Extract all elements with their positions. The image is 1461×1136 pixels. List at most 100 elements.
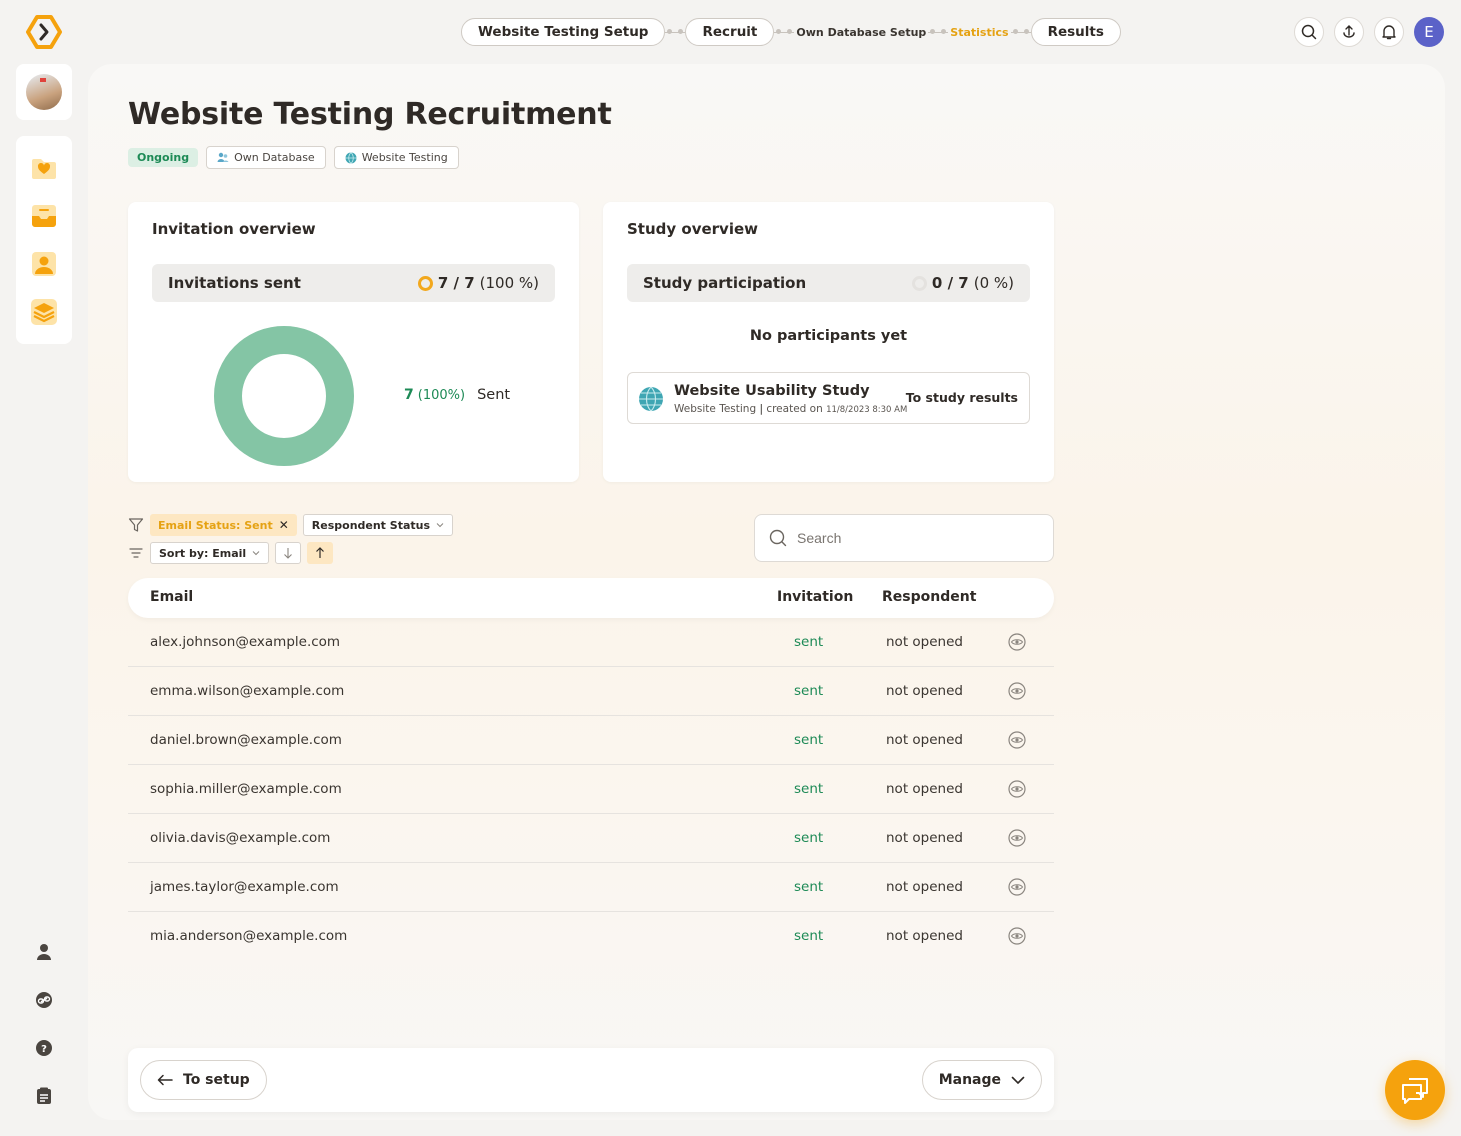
user-avatar[interactable]: E xyxy=(1414,17,1444,47)
stat-label: Invitations sent xyxy=(168,274,301,292)
step-results[interactable]: Results xyxy=(1030,18,1121,46)
invitation-donut-chart xyxy=(214,326,354,466)
link-circle-icon xyxy=(36,992,52,1008)
stat-percent: (100 %) xyxy=(479,274,539,292)
cell-invitation: sent xyxy=(794,634,824,650)
sort-row: Sort by: Email xyxy=(128,542,334,564)
manage-dropdown-button[interactable]: Manage xyxy=(921,1060,1042,1100)
view-eye-icon[interactable] xyxy=(1008,682,1026,704)
sort-descending-button[interactable] xyxy=(275,542,302,564)
main-content: Website Testing Recruitment Ongoing Own … xyxy=(88,64,1445,1120)
chevron-down-icon xyxy=(1011,1076,1025,1084)
filter-row: Email Status: Sent ✕ Respondent Status xyxy=(128,514,454,536)
progress-stepper: Website Testing Setup Recruit Own Databa… xyxy=(461,18,1121,46)
cell-respondent: not opened xyxy=(886,683,963,699)
chat-support-button[interactable] xyxy=(1385,1060,1445,1120)
column-header-email[interactable]: Email xyxy=(150,589,193,605)
cell-respondent: not opened xyxy=(886,732,963,748)
step-own-database-setup[interactable]: Own Database Setup xyxy=(794,26,928,39)
cell-invitation: sent xyxy=(794,683,824,699)
view-eye-icon[interactable] xyxy=(1008,731,1026,753)
respondent-status-filter[interactable]: Respondent Status xyxy=(302,514,454,536)
sidebar-changelog-button[interactable] xyxy=(28,1080,60,1112)
table-row[interactable]: sophia.miller@example.com sent not opene… xyxy=(128,765,1054,814)
search-input[interactable] xyxy=(797,530,1037,546)
donut-segment-sent xyxy=(214,326,354,466)
button-label: Manage xyxy=(938,1072,1001,1088)
sidebar-help-button[interactable]: ? xyxy=(28,1032,60,1064)
study-link-card[interactable]: Website Usability Study Website Testing … xyxy=(627,372,1030,424)
column-header-invitation[interactable]: Invitation xyxy=(777,589,853,605)
view-eye-icon[interactable] xyxy=(1008,829,1026,851)
sort-ascending-button[interactable] xyxy=(307,542,334,564)
cell-respondent: not opened xyxy=(886,781,963,797)
card-title: Study overview xyxy=(627,220,758,238)
person-icon xyxy=(37,944,51,960)
cell-email: daniel.brown@example.com xyxy=(150,732,342,748)
search-button[interactable] xyxy=(1294,17,1324,47)
arrow-up-icon xyxy=(316,547,325,558)
view-eye-icon[interactable] xyxy=(1008,927,1026,949)
study-type: Website Testing xyxy=(674,403,757,415)
chevron-down-icon xyxy=(436,523,444,528)
anchor-icon xyxy=(1343,25,1355,38)
sidebar-item-studies[interactable] xyxy=(28,296,60,328)
sidebar-integrations-button[interactable] xyxy=(28,984,60,1016)
cell-invitation: sent xyxy=(794,879,824,895)
view-eye-icon[interactable] xyxy=(1008,878,1026,900)
table-row[interactable]: daniel.brown@example.com sent not opened xyxy=(128,716,1054,765)
sidebar-item-inbox[interactable] xyxy=(28,200,60,232)
sidebar-profile-button[interactable] xyxy=(28,936,60,968)
upgrade-button[interactable] xyxy=(1334,17,1364,47)
stat-fraction: 0 / 7 xyxy=(931,274,969,292)
table-row[interactable]: james.taylor@example.com sent not opened xyxy=(128,863,1054,912)
tag-website-testing: Website Testing xyxy=(333,146,459,169)
arrow-left-icon xyxy=(157,1074,173,1086)
study-name: Website Usability Study xyxy=(674,383,870,399)
table-row[interactable]: alex.johnson@example.com sent not opened xyxy=(128,618,1054,667)
step-recruit[interactable]: Recruit xyxy=(685,18,775,46)
svg-text:?: ? xyxy=(41,1044,47,1055)
sort-by-dropdown[interactable]: Sort by: Email xyxy=(150,542,270,564)
notifications-button[interactable] xyxy=(1374,17,1404,47)
layers-icon xyxy=(31,299,57,325)
app-logo[interactable] xyxy=(26,14,62,50)
page-title: Website Testing Recruitment xyxy=(128,97,612,132)
step-connector xyxy=(665,29,686,34)
step-website-testing-setup[interactable]: Website Testing Setup xyxy=(461,18,666,46)
active-filter-chip[interactable]: Email Status: Sent ✕ xyxy=(150,514,297,536)
stat-label: Study participation xyxy=(643,274,807,292)
clipboard-icon xyxy=(37,1087,51,1104)
table-row[interactable]: olivia.davis@example.com sent not opened xyxy=(128,814,1054,863)
progress-ring-icon xyxy=(417,275,433,291)
card-title: Invitation overview xyxy=(152,220,316,238)
study-created-prefix: created on xyxy=(766,403,823,415)
step-statistics[interactable]: Statistics xyxy=(948,26,1010,39)
view-eye-icon[interactable] xyxy=(1008,780,1026,802)
search-field[interactable] xyxy=(754,514,1054,562)
sort-label: Sort by: Email xyxy=(159,546,247,560)
column-header-respondent[interactable]: Respondent xyxy=(882,589,976,605)
study-meta: Website Testing | created on 11/8/2023 8… xyxy=(674,403,908,415)
study-overview-card: Study overview Study participation 0 / 7… xyxy=(603,202,1054,482)
workspace-avatar-button[interactable] xyxy=(16,64,72,120)
sidebar-item-favorites[interactable] xyxy=(28,152,60,184)
sidebar-item-participants[interactable] xyxy=(28,248,60,280)
to-study-results-link[interactable]: To study results xyxy=(906,390,1018,405)
cell-respondent: not opened xyxy=(886,830,963,846)
table-row[interactable]: mia.anderson@example.com sent not opened xyxy=(128,912,1054,961)
empty-message: No participants yet xyxy=(749,328,908,344)
tag-own-database: Own Database xyxy=(206,146,326,169)
invitations-sent-bar: Invitations sent 7 / 7 (100 %) xyxy=(152,264,555,302)
bell-icon xyxy=(1382,25,1396,40)
remove-filter-icon[interactable]: ✕ xyxy=(279,518,289,532)
to-setup-button[interactable]: To setup xyxy=(140,1060,267,1100)
step-connector xyxy=(774,29,795,34)
view-eye-icon[interactable] xyxy=(1008,633,1026,655)
table-row[interactable]: emma.wilson@example.com sent not opened xyxy=(128,667,1054,716)
cell-email: alex.johnson@example.com xyxy=(150,634,341,650)
cell-invitation: sent xyxy=(794,928,824,944)
chevron-down-icon xyxy=(252,551,260,556)
cell-invitation: sent xyxy=(794,830,824,846)
recruitment-tags: Ongoing Own Database Website Testing xyxy=(128,146,459,169)
